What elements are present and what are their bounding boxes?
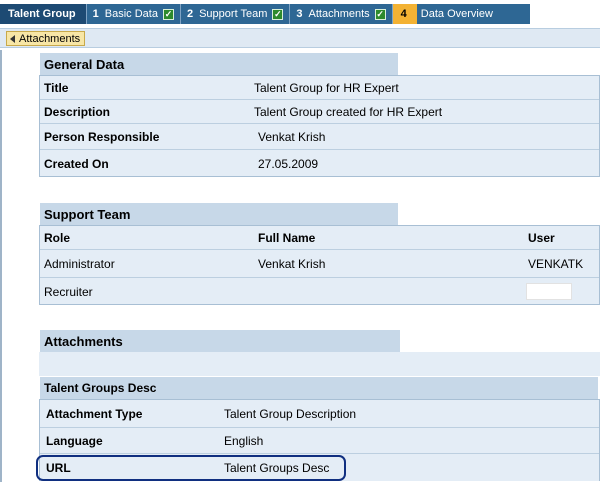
step-label: Data Overview (420, 8, 493, 20)
table-row: Language English (40, 428, 599, 454)
field-label: Person Responsible (44, 129, 160, 144)
field-value: Venkat Krish (258, 129, 326, 144)
previous-step-label: Attachments (19, 32, 81, 45)
checkmark-icon: ✓ (272, 8, 284, 20)
role-cell: Administrator (44, 256, 115, 271)
column-header-user: User (528, 230, 555, 245)
field-label: Description (44, 104, 111, 119)
general-data-title-text: General Data (44, 56, 125, 72)
table-row: Person Responsible Venkat Krish (40, 124, 599, 150)
field-label: Language (46, 433, 103, 448)
checkmark-icon: ✓ (162, 8, 174, 20)
roadmap-start[interactable]: Talent Group (0, 4, 86, 24)
table-row: Created On 27.05.2009 (40, 150, 599, 177)
field-label: Created On (44, 156, 109, 171)
step-label: Support Team (199, 8, 268, 20)
general-data-title: General Data (40, 53, 398, 75)
table-row: Description Talent Group created for HR … (40, 100, 599, 124)
user-cell: VENKATK (528, 256, 584, 271)
checkmark-icon: ✓ (374, 8, 386, 20)
support-team-table: Role Full Name User Administrator Venkat… (39, 225, 600, 305)
field-value: English (224, 433, 264, 448)
attachments-spacer (39, 352, 600, 376)
table-header-row: Role Full Name User (40, 226, 599, 250)
arrow-left-icon (10, 34, 15, 43)
roadmap: Talent Group 1 Basic Data ✓ 2 Support Te… (0, 4, 530, 24)
field-label: Title (44, 80, 69, 95)
step-label: Basic Data (104, 8, 158, 20)
support-team-title: Support Team (40, 203, 398, 225)
support-team-title-text: Support Team (44, 206, 131, 222)
step-number: 3 (296, 8, 303, 20)
field-label: Attachment Type (46, 406, 143, 421)
navigation-bar: Attachments (0, 28, 600, 48)
roadmap-step-support-team[interactable]: 2 Support Team ✓ (179, 4, 290, 24)
column-header-full-name: Full Name (258, 230, 316, 245)
role-cell: Recruiter (44, 284, 93, 299)
user-field[interactable] (526, 283, 572, 300)
table-row: Attachment Type Talent Group Description (40, 400, 599, 428)
url-highlight-outline (36, 455, 346, 481)
roadmap-step-basic-data[interactable]: 1 Basic Data ✓ (85, 4, 180, 24)
table-row: Title Talent Group for HR Expert (40, 76, 599, 100)
step-number: 2 (186, 8, 194, 20)
attachments-title: Attachments (40, 330, 400, 352)
table-row: Recruiter (40, 278, 599, 305)
field-value: Talent Group for HR Expert (254, 80, 399, 95)
previous-step-button[interactable]: Attachments (6, 31, 86, 46)
roadmap-start-label: Talent Group (8, 8, 76, 20)
attachment-subtitle: Talent Groups Desc (40, 377, 598, 399)
field-value: Talent Group created for HR Expert (254, 104, 443, 119)
table-row: Administrator Venkat Krish VENKATK (40, 250, 599, 278)
roadmap-step-attachments[interactable]: 3 Attachments ✓ (289, 4, 392, 24)
roadmap-step-current-indicator: 4 (391, 4, 417, 24)
step-label: Attachments (308, 8, 370, 20)
column-header-role: Role (44, 230, 71, 245)
attachments-title-text: Attachments (44, 333, 123, 349)
full-name-cell: Venkat Krish (258, 256, 326, 271)
field-value: 27.05.2009 (258, 156, 319, 171)
step-number: 1 (92, 8, 99, 20)
roadmap-step-data-overview[interactable]: Data Overview (416, 4, 530, 24)
general-data-table: Title Talent Group for HR Expert Descrip… (39, 75, 600, 177)
field-value: Talent Group Description (224, 406, 357, 421)
attachment-subtitle-text: Talent Groups Desc (44, 381, 157, 395)
step-number: 4 (400, 8, 407, 20)
